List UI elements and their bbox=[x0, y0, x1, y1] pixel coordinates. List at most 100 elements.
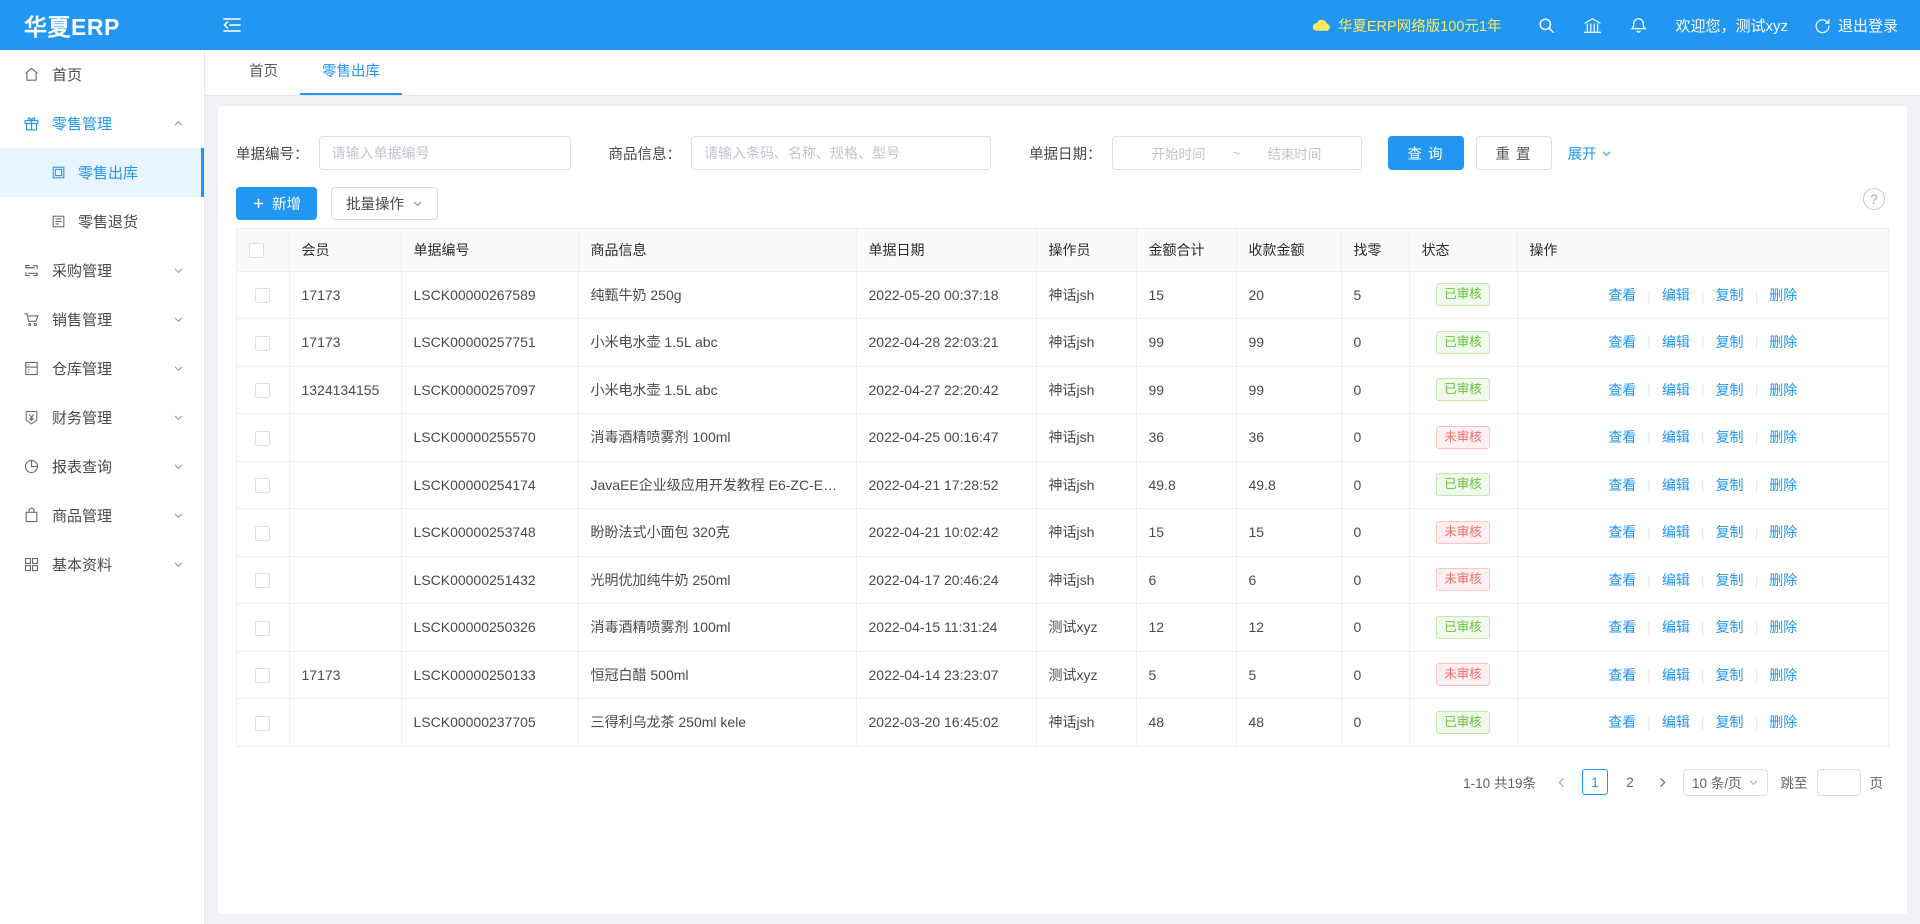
row-action-copy[interactable]: 复制 bbox=[1705, 617, 1755, 637]
row-action-view[interactable]: 查看 bbox=[1597, 570, 1647, 590]
pagination-page-1[interactable]: 1 bbox=[1581, 769, 1608, 795]
row-action-delete[interactable]: 删除 bbox=[1758, 380, 1808, 400]
row-action-delete[interactable]: 删除 bbox=[1758, 712, 1808, 732]
row-checkbox[interactable] bbox=[255, 430, 271, 446]
pagination-next-button[interactable] bbox=[1652, 769, 1674, 795]
bell-icon[interactable] bbox=[1615, 0, 1661, 50]
table-row[interactable]: LSCK00000254174 JavaEE企业级应用开发教程 E6-ZC-EV8… bbox=[237, 461, 1888, 509]
date-range-picker[interactable]: 开始时间 ~ 结束时间 bbox=[1111, 136, 1362, 170]
row-action-copy[interactable]: 复制 bbox=[1705, 427, 1755, 447]
row-action-view[interactable]: 查看 bbox=[1597, 285, 1647, 305]
row-action-copy[interactable]: 复制 bbox=[1705, 475, 1755, 495]
row-action-delete[interactable]: 删除 bbox=[1758, 332, 1808, 352]
sidebar-subitem-retail-return[interactable]: 零售退货 bbox=[0, 197, 204, 246]
sidebar-item-goods[interactable]: 商品管理 bbox=[0, 491, 204, 540]
row-action-edit[interactable]: 编辑 bbox=[1651, 475, 1701, 495]
chevron-down-icon bbox=[172, 559, 184, 571]
row-action-edit[interactable]: 编辑 bbox=[1651, 665, 1701, 685]
row-action-delete[interactable]: 删除 bbox=[1758, 522, 1808, 542]
row-checkbox[interactable] bbox=[255, 288, 271, 304]
table-row[interactable]: LSCK00000251432 光明优加纯牛奶 250ml 2022-04-17 2… bbox=[237, 556, 1888, 604]
tab-home[interactable]: 首页 bbox=[227, 50, 300, 95]
sidebar-item-retail[interactable]: 零售管理 bbox=[0, 99, 204, 148]
table-row[interactable]: 17173 LSCK00000257751 小米电水壶 1.5L abc 2022-0… bbox=[237, 318, 1888, 367]
row-action-copy[interactable]: 复制 bbox=[1705, 332, 1755, 352]
row-action-edit[interactable]: 编辑 bbox=[1651, 522, 1701, 542]
row-checkbox[interactable] bbox=[255, 715, 271, 731]
row-action-delete[interactable]: 删除 bbox=[1758, 475, 1808, 495]
row-checkbox[interactable] bbox=[255, 573, 271, 589]
column-header-member: 会员 bbox=[289, 229, 402, 272]
table-row[interactable]: 17173 LSCK00000267589 纯甄牛奶 250g 2022-05-20 … bbox=[237, 271, 1888, 319]
row-action-copy[interactable]: 复制 bbox=[1705, 522, 1755, 542]
sidebar-item-finance[interactable]: 财务管理 bbox=[0, 393, 204, 442]
row-action-view[interactable]: 查看 bbox=[1597, 380, 1647, 400]
table-row[interactable]: LSCK00000250326 消毒酒精喷雾剂 100ml 2022-04-15 1… bbox=[237, 603, 1888, 652]
row-checkbox[interactable] bbox=[255, 478, 271, 494]
status-badge: 未审核 bbox=[1436, 520, 1490, 544]
sidebar-item-home[interactable]: 首页 bbox=[0, 50, 204, 99]
row-action-edit[interactable]: 编辑 bbox=[1651, 617, 1701, 637]
logout-button[interactable]: 退出登录 bbox=[1814, 15, 1898, 36]
add-button[interactable]: 新增 bbox=[236, 186, 317, 220]
row-action-view[interactable]: 查看 bbox=[1597, 665, 1647, 685]
pagination-page-2[interactable]: 2 bbox=[1617, 769, 1643, 795]
sidebar-subitem-retail-out[interactable]: 零售出库 bbox=[0, 148, 204, 197]
reset-button[interactable]: 重 置 bbox=[1475, 136, 1552, 170]
sidebar-item-warehouse[interactable]: 仓库管理 bbox=[0, 344, 204, 393]
row-checkbox[interactable] bbox=[255, 620, 271, 636]
row-action-edit[interactable]: 编辑 bbox=[1651, 570, 1701, 590]
pagination-prev-button[interactable] bbox=[1551, 769, 1573, 795]
row-action-edit[interactable]: 编辑 bbox=[1651, 332, 1701, 352]
table-row[interactable]: LSCK00000255570 消毒酒精喷雾剂 100ml 2022-04-25 0… bbox=[237, 413, 1888, 462]
table-row[interactable]: 1324134155 LSCK00000257097 小米电水壶 1.5L abc 2… bbox=[237, 366, 1888, 414]
expand-filters-link[interactable]: 展开 bbox=[1568, 143, 1612, 164]
bank-icon[interactable] bbox=[1569, 0, 1615, 50]
row-checkbox[interactable] bbox=[255, 335, 271, 351]
menu-fold-icon[interactable] bbox=[205, 0, 259, 50]
promo-banner[interactable]: 华夏ERP网络版100元1年 bbox=[1311, 15, 1501, 36]
tab-retail-out[interactable]: 零售出库 bbox=[300, 50, 402, 95]
search-icon[interactable] bbox=[1523, 0, 1569, 50]
date-end-field[interactable]: 结束时间 bbox=[1248, 143, 1340, 163]
bill-no-input[interactable] bbox=[318, 136, 571, 170]
row-action-copy[interactable]: 复制 bbox=[1705, 665, 1755, 685]
row-checkbox[interactable] bbox=[255, 668, 271, 684]
row-action-delete[interactable]: 删除 bbox=[1758, 570, 1808, 590]
row-action-copy[interactable]: 复制 bbox=[1705, 570, 1755, 590]
table-row[interactable]: LSCK00000253748 盼盼法式小面包 320克 2022-04-21 10… bbox=[237, 508, 1888, 557]
row-action-copy[interactable]: 复制 bbox=[1705, 380, 1755, 400]
row-action-view[interactable]: 查看 bbox=[1597, 712, 1647, 732]
row-action-delete[interactable]: 删除 bbox=[1758, 285, 1808, 305]
row-action-view[interactable]: 查看 bbox=[1597, 332, 1647, 352]
row-action-view[interactable]: 查看 bbox=[1597, 427, 1647, 447]
row-action-view[interactable]: 查看 bbox=[1597, 475, 1647, 495]
row-action-delete[interactable]: 删除 bbox=[1758, 427, 1808, 447]
sidebar-item-reports[interactable]: 报表查询 bbox=[0, 442, 204, 491]
row-checkbox[interactable] bbox=[255, 525, 271, 541]
table-row[interactable]: LSCK00000237705 三得利乌龙茶 250ml kele 2022-03-… bbox=[237, 698, 1888, 747]
pagination-jump-input[interactable] bbox=[1816, 768, 1861, 796]
help-icon[interactable]: ? bbox=[1863, 188, 1885, 210]
table-row[interactable]: 17173 LSCK00000250133 恒冠白醋 500ml 2022-04-14… bbox=[237, 651, 1888, 699]
row-action-edit[interactable]: 编辑 bbox=[1651, 380, 1701, 400]
row-action-view[interactable]: 查看 bbox=[1597, 617, 1647, 637]
page-size-select[interactable]: 10 条/页 bbox=[1682, 768, 1768, 796]
row-action-view[interactable]: 查看 bbox=[1597, 522, 1647, 542]
row-action-copy[interactable]: 复制 bbox=[1705, 285, 1755, 305]
row-action-delete[interactable]: 删除 bbox=[1758, 617, 1808, 637]
row-action-copy[interactable]: 复制 bbox=[1705, 712, 1755, 732]
sidebar-item-sales[interactable]: 销售管理 bbox=[0, 295, 204, 344]
sidebar-item-basic-data[interactable]: 基本资料 bbox=[0, 540, 204, 589]
select-all-checkbox[interactable] bbox=[249, 243, 264, 259]
row-action-delete[interactable]: 删除 bbox=[1758, 665, 1808, 685]
sidebar-item-purchase[interactable]: 采购管理 bbox=[0, 246, 204, 295]
row-action-edit[interactable]: 编辑 bbox=[1651, 427, 1701, 447]
goods-info-input[interactable] bbox=[691, 136, 991, 170]
date-start-field[interactable]: 开始时间 bbox=[1133, 143, 1225, 163]
query-button[interactable]: 查 询 bbox=[1387, 136, 1464, 170]
batch-operation-button[interactable]: 批量操作 bbox=[331, 186, 438, 220]
row-action-edit[interactable]: 编辑 bbox=[1651, 285, 1701, 305]
row-action-edit[interactable]: 编辑 bbox=[1651, 712, 1701, 732]
row-checkbox[interactable] bbox=[255, 383, 271, 399]
